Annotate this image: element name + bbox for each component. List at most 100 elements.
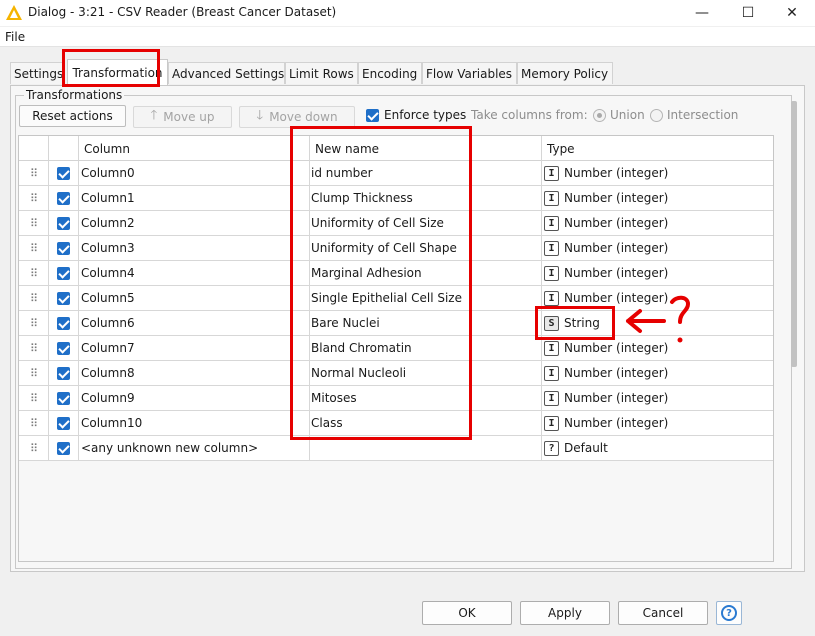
cancel-button[interactable]: Cancel [618, 601, 708, 625]
drag-handle-icon[interactable]: ⠿ [19, 286, 49, 310]
radio-selected-icon [593, 108, 606, 122]
type-label: Number (integer) [564, 391, 669, 405]
include-checkbox[interactable] [49, 161, 79, 185]
tab-limit-rows[interactable]: Limit Rows [285, 62, 358, 84]
drag-handle-icon[interactable]: ⠿ [19, 186, 49, 210]
checkbox-checked-icon [57, 166, 70, 180]
drag-handle-icon[interactable]: ⠿ [19, 236, 49, 260]
drag-handle-icon[interactable]: ⠿ [19, 336, 49, 360]
include-checkbox[interactable] [49, 261, 79, 285]
type-cell[interactable]: I Number (integer) [542, 361, 773, 385]
type-label: Number (integer) [564, 191, 669, 205]
column-name-cell: Column6 [79, 311, 310, 335]
maximize-button[interactable]: ☐ [725, 0, 771, 26]
drag-handle-icon[interactable]: ⠿ [19, 161, 49, 185]
knime-warning-icon [6, 5, 22, 20]
checkbox-checked-icon [57, 441, 70, 455]
tab-advanced-settings[interactable]: Advanced Settings [168, 62, 285, 84]
help-button[interactable]: ? [716, 601, 742, 625]
intersection-radio[interactable]: Intersection [650, 108, 738, 122]
arrow-up-icon: 🡑 [150, 108, 158, 123]
close-button[interactable]: ✕ [769, 0, 815, 26]
reset-actions-button[interactable]: Reset actions [19, 105, 126, 127]
type-cell[interactable]: I Number (integer) [542, 211, 773, 235]
type-label: Number (integer) [564, 416, 669, 430]
type-icon: I [544, 415, 559, 431]
column-name-cell: Column10 [79, 411, 310, 435]
menu-file[interactable]: File [5, 30, 25, 44]
column-name-cell: Column1 [79, 186, 310, 210]
drag-handle-icon[interactable]: ⠿ [19, 436, 49, 460]
title-bar: Dialog - 3:21 - CSV Reader (Breast Cance… [0, 0, 815, 26]
minimize-button[interactable]: — [679, 0, 725, 26]
type-label: Number (integer) [564, 166, 669, 180]
column-name-cell: <any unknown new column> [79, 436, 310, 460]
type-cell[interactable]: ? Default [542, 436, 773, 460]
checkbox-checked-icon [57, 391, 70, 405]
tab-memory-policy[interactable]: Memory Policy [517, 62, 613, 84]
type-cell[interactable]: I Number (integer) [542, 186, 773, 210]
include-checkbox[interactable] [49, 336, 79, 360]
header-drag [19, 136, 49, 161]
drag-handle-icon[interactable]: ⠿ [19, 386, 49, 410]
header-column[interactable]: Column [79, 136, 310, 161]
type-cell[interactable]: I Number (integer) [542, 261, 773, 285]
include-checkbox[interactable] [49, 436, 79, 460]
type-label: Number (integer) [564, 366, 669, 380]
include-checkbox[interactable] [49, 311, 79, 335]
column-name-cell: Column8 [79, 361, 310, 385]
include-checkbox[interactable] [49, 286, 79, 310]
column-name-cell: Column9 [79, 386, 310, 410]
include-checkbox[interactable] [49, 236, 79, 260]
include-checkbox[interactable] [49, 186, 79, 210]
type-cell[interactable]: I Number (integer) [542, 386, 773, 410]
checkbox-checked-icon [57, 341, 70, 355]
drag-handle-icon[interactable]: ⠿ [19, 411, 49, 435]
tab-settings[interactable]: Settings [10, 62, 63, 84]
menu-bar: File [0, 27, 815, 47]
enforce-types-checkbox[interactable]: Enforce types [366, 108, 466, 122]
annotation-string-highlight [535, 306, 615, 340]
apply-button[interactable]: Apply [520, 601, 610, 625]
checkbox-checked-icon [57, 241, 70, 255]
header-type[interactable]: Type [542, 136, 773, 161]
include-checkbox[interactable] [49, 386, 79, 410]
type-icon: I [544, 290, 559, 306]
checkbox-checked-icon [57, 291, 70, 305]
include-checkbox[interactable] [49, 211, 79, 235]
type-cell[interactable]: I Number (integer) [542, 236, 773, 260]
drag-handle-icon[interactable]: ⠿ [19, 361, 49, 385]
type-icon: I [544, 215, 559, 231]
type-label: Number (integer) [564, 266, 669, 280]
column-name-cell: Column3 [79, 236, 310, 260]
drag-handle-icon[interactable]: ⠿ [19, 311, 49, 335]
include-checkbox[interactable] [49, 361, 79, 385]
include-checkbox[interactable] [49, 411, 79, 435]
type-cell[interactable]: I Number (integer) [542, 411, 773, 435]
checkbox-checked-icon [57, 266, 70, 280]
annotation-new-name-highlight [290, 126, 472, 440]
radio-unselected-icon [650, 108, 663, 122]
ok-button[interactable]: OK [422, 601, 512, 625]
annotation-tab-highlight [62, 49, 160, 87]
checkbox-checked-icon [57, 416, 70, 430]
column-name-cell: Column5 [79, 286, 310, 310]
type-icon: I [544, 165, 559, 181]
type-icon: I [544, 390, 559, 406]
checkbox-checked-icon [57, 191, 70, 205]
move-down-button[interactable]: 🡓 Move down [239, 106, 355, 128]
checkbox-checked-icon [57, 216, 70, 230]
panel-scrollbar[interactable] [791, 101, 797, 367]
tab-flow-variables[interactable]: Flow Variables [422, 62, 517, 84]
type-icon: I [544, 265, 559, 281]
type-cell[interactable]: I Number (integer) [542, 161, 773, 185]
tab-encoding[interactable]: Encoding [358, 62, 422, 84]
type-icon: ? [544, 440, 559, 456]
union-radio[interactable]: Union [593, 108, 645, 122]
move-down-label: Move down [269, 110, 338, 124]
drag-handle-icon[interactable]: ⠿ [19, 261, 49, 285]
move-up-button[interactable]: 🡑 Move up [133, 106, 232, 128]
type-icon: I [544, 340, 559, 356]
drag-handle-icon[interactable]: ⠿ [19, 211, 49, 235]
type-icon: I [544, 365, 559, 381]
